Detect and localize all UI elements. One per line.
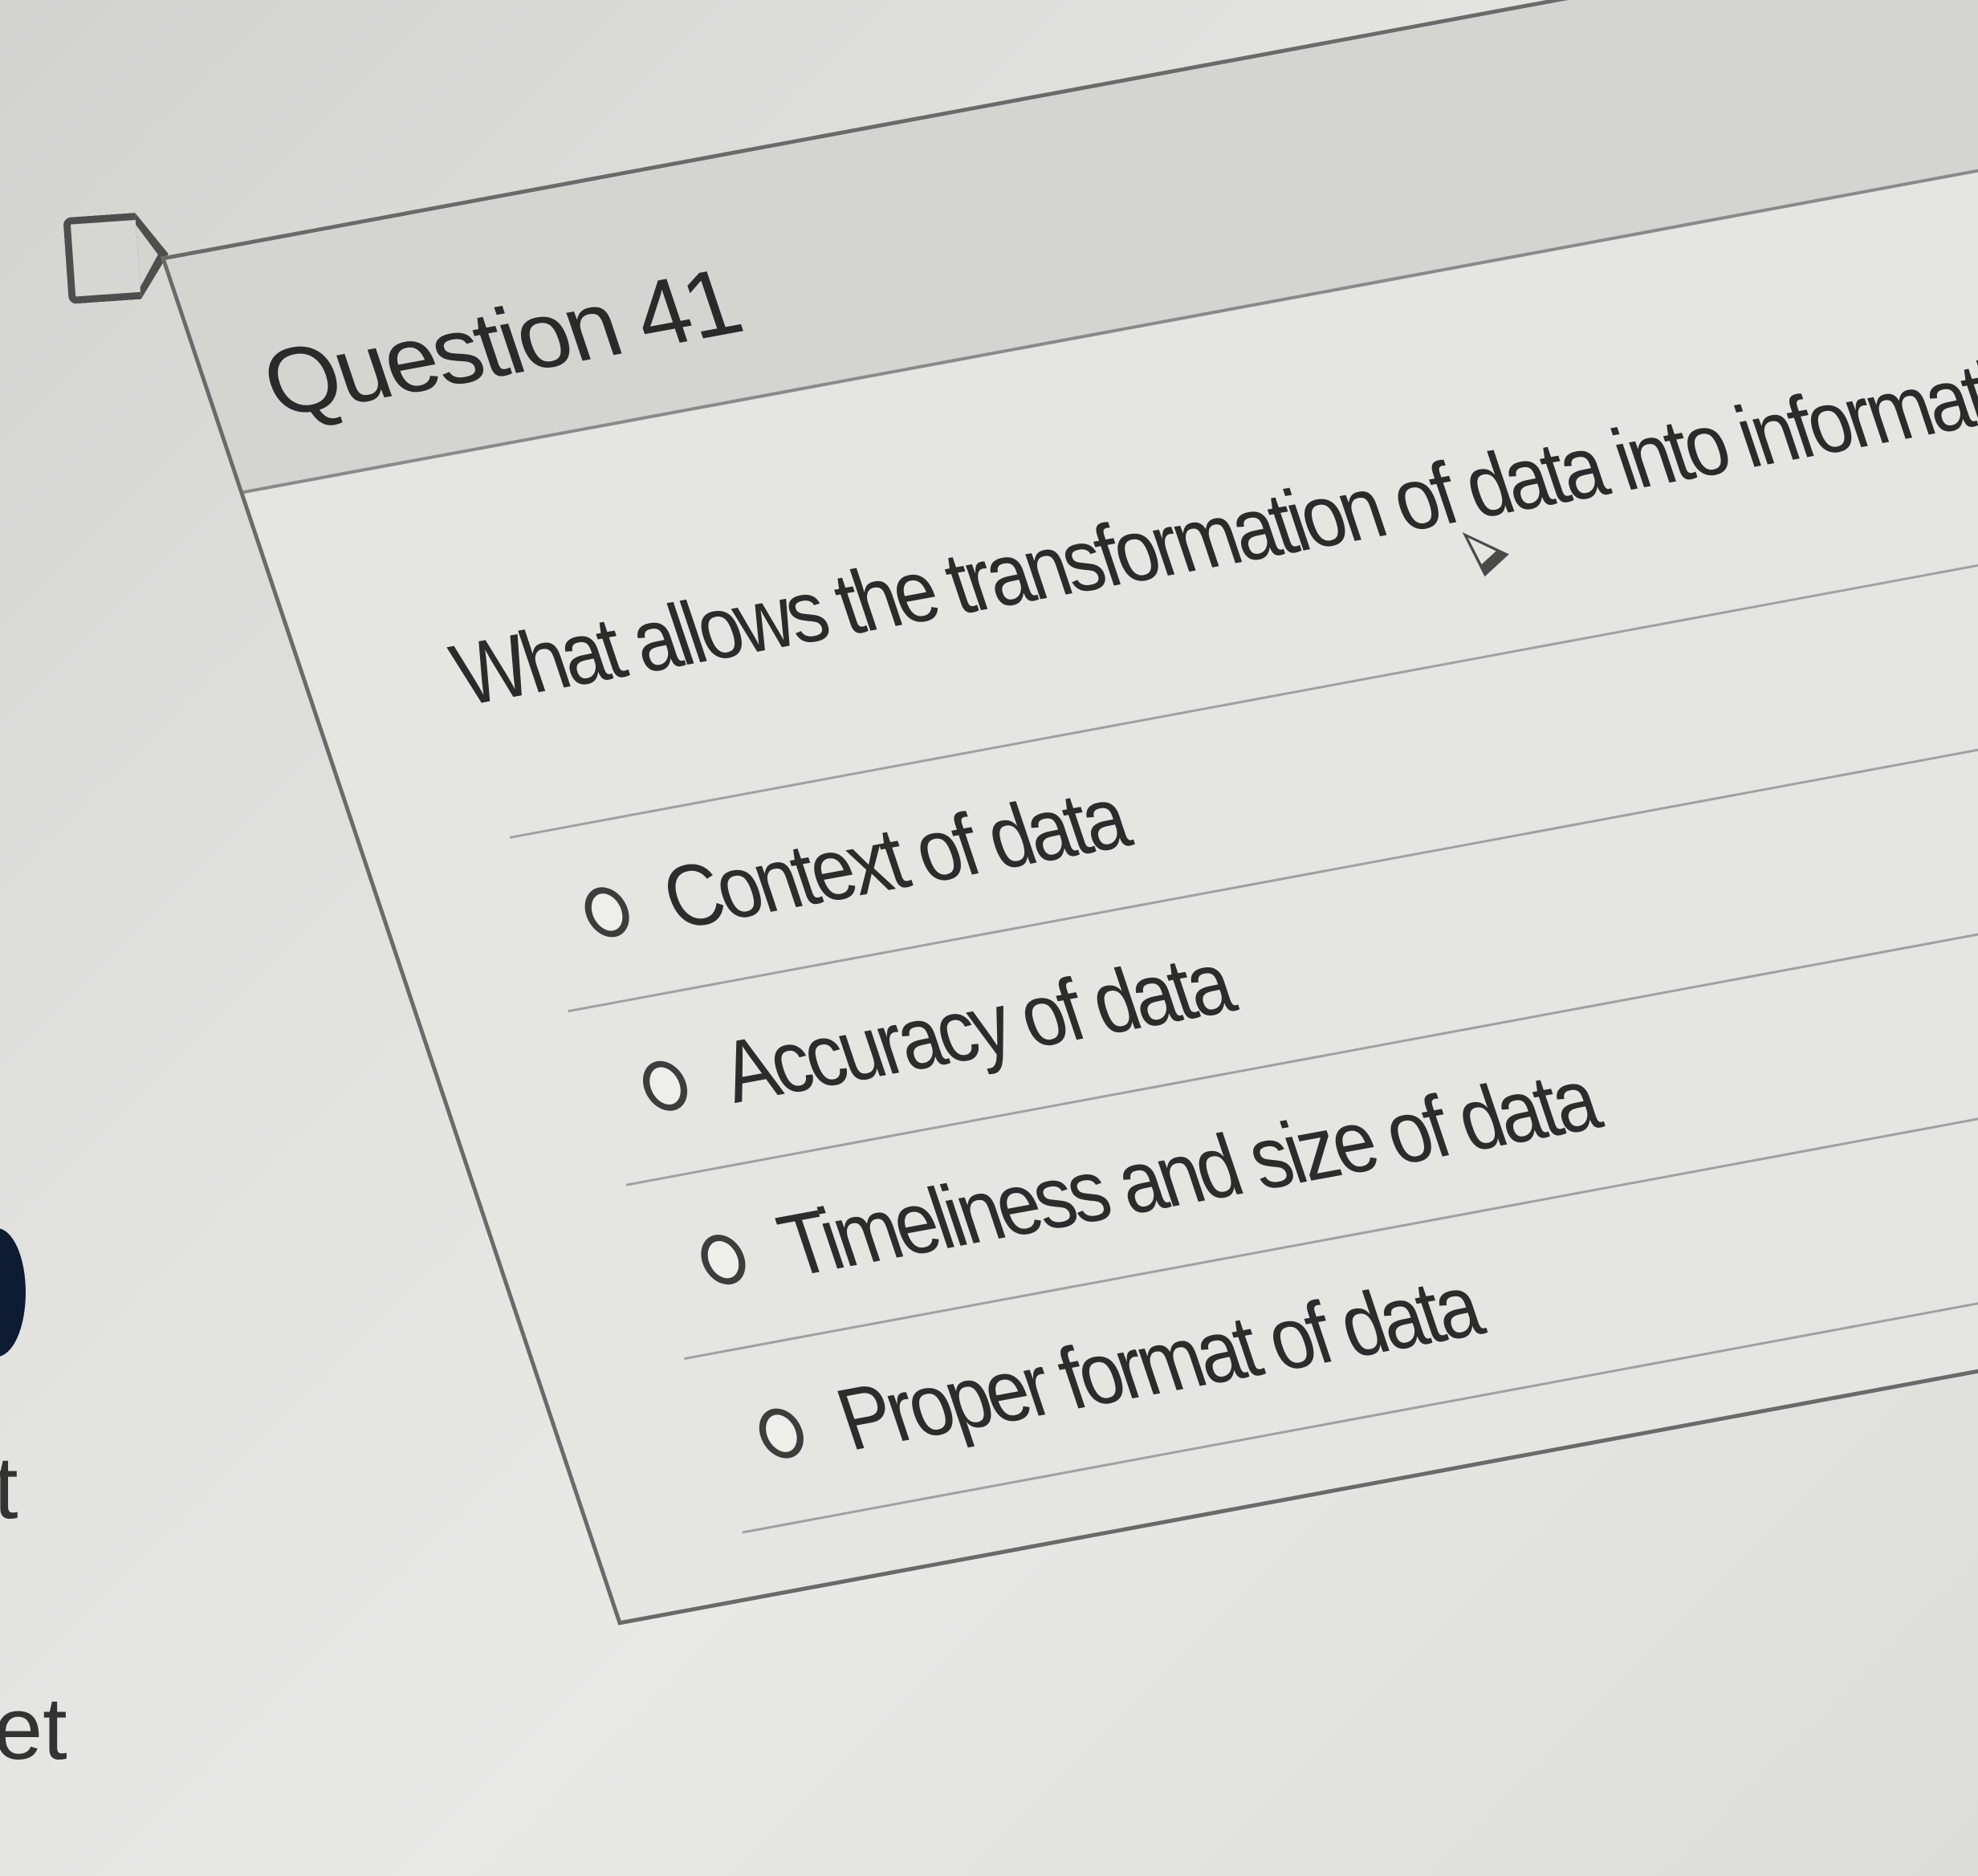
quiz-screen: t et Question 41 2 What allows the trans… xyxy=(0,0,1978,1876)
sidebar-dot-icon xyxy=(0,1228,26,1357)
radio-button[interactable] xyxy=(752,1404,811,1462)
question-title: Question 41 xyxy=(250,249,751,437)
flag-icon[interactable] xyxy=(63,212,141,305)
sidebar-text-fragment: et xyxy=(0,1679,67,1778)
radio-button[interactable] xyxy=(578,883,636,941)
question-card: Question 41 2 What allows the transforma… xyxy=(161,0,1978,1626)
sidebar-text-fragment: t xyxy=(0,1439,18,1537)
radio-button[interactable] xyxy=(694,1231,752,1288)
radio-button[interactable] xyxy=(636,1056,694,1114)
